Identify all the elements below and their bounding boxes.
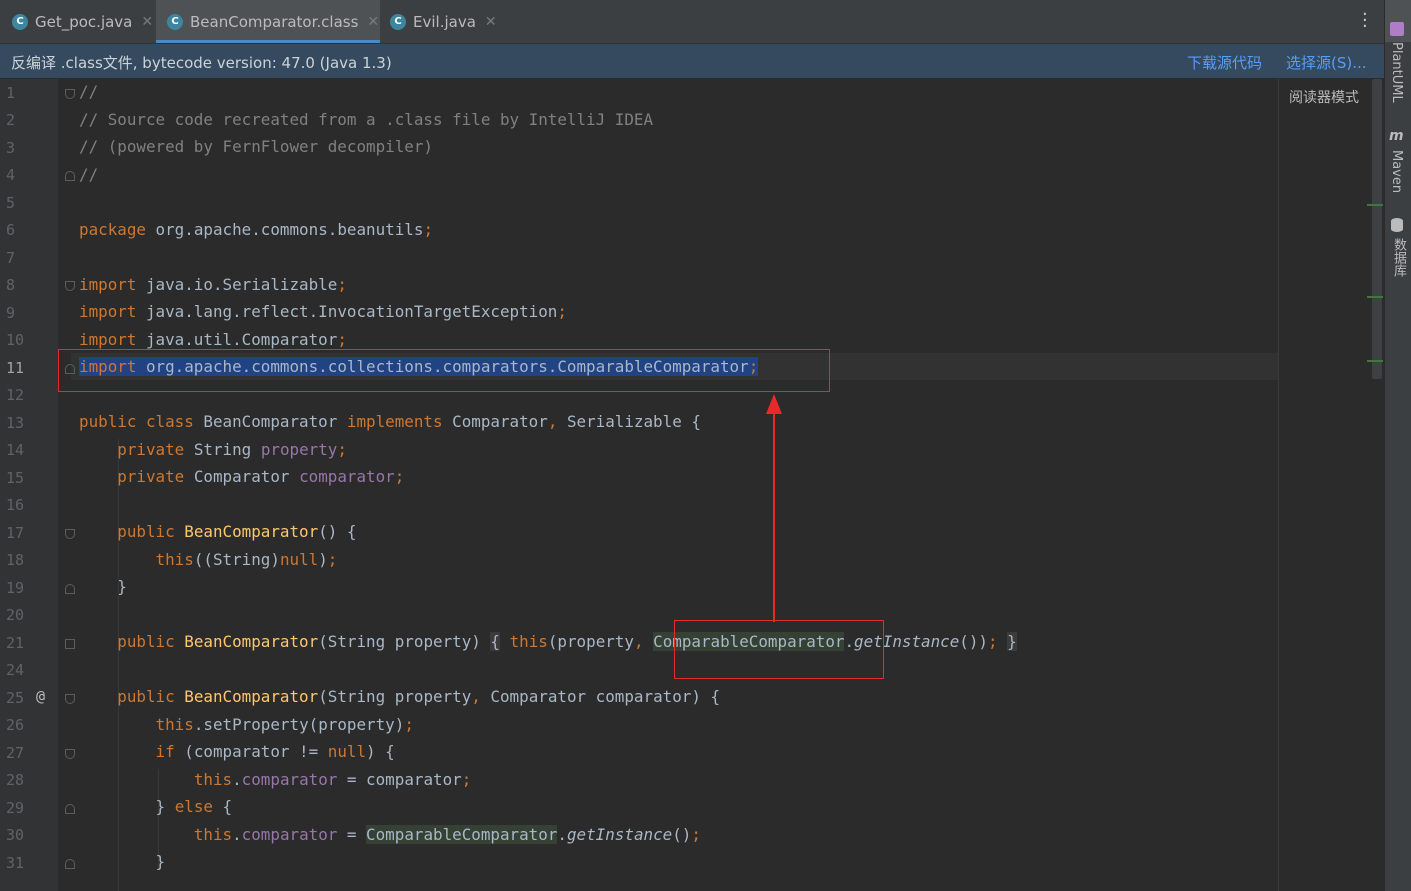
line-number-gutter: 1 2 3 4 5 6 7 8 9 10 11 12 13 14 15 16 1…	[0, 79, 58, 891]
code-line-17: public BeanComparator() {	[117, 522, 357, 541]
line-number: 3	[6, 139, 16, 157]
tab-label: BeanComparator.class	[190, 12, 359, 31]
download-sources-link[interactable]: 下载源代码	[1187, 52, 1262, 73]
maven-tool-label[interactable]: Maven	[1389, 150, 1404, 193]
change-marker	[1367, 204, 1383, 206]
line-number: 20	[6, 606, 25, 624]
code-line-4: //	[79, 165, 99, 184]
database-icon	[1391, 218, 1403, 232]
fold-open-icon[interactable]	[65, 281, 75, 291]
change-marker	[1367, 360, 1383, 362]
decompiler-notice-bar: 反编译 .class文件, bytecode version: 47.0 (Ja…	[0, 44, 1384, 78]
line-number: 28	[6, 771, 25, 789]
maven-icon: m	[1389, 128, 1404, 144]
decompiler-message: 反编译 .class文件, bytecode version: 47.0 (Ja…	[11, 54, 392, 72]
fold-close-icon[interactable]	[65, 804, 75, 814]
tab-label: Evil.java	[413, 12, 476, 31]
annotation-arrow-icon	[766, 394, 782, 622]
choose-sources-link[interactable]: 选择源(S)...	[1286, 52, 1367, 73]
line-number: 8	[6, 276, 16, 294]
code-line-19: }	[117, 577, 127, 596]
code-line-25: public BeanComparator(String property, C…	[117, 687, 721, 706]
line-number: 21	[6, 634, 25, 652]
code-line-9: import java.lang.reflect.InvocationTarge…	[79, 302, 567, 321]
plantuml-tool-label[interactable]: PlantUML	[1389, 42, 1404, 103]
code-line-15: private Comparator comparator;	[117, 467, 405, 486]
database-tool-label[interactable]: 数据库	[1389, 238, 1408, 277]
code-line-30: this.comparator = ComparableComparator.g…	[193, 825, 701, 844]
line-number: 14	[6, 441, 25, 459]
code-line-8: import java.io.Serializable;	[79, 275, 347, 294]
line-number: 7	[6, 249, 16, 267]
java-class-icon: C	[390, 13, 406, 30]
line-number: 13	[6, 414, 25, 432]
line-number: 9	[6, 304, 16, 322]
line-number: 17	[6, 524, 25, 542]
code-line-13: public class BeanComparator implements C…	[79, 412, 701, 431]
line-number: 1	[6, 84, 16, 102]
override-marker-icon[interactable]: @	[36, 687, 45, 705]
code-line-2: // Source code recreated from a .class f…	[79, 110, 654, 129]
line-number: 30	[6, 826, 25, 844]
close-icon[interactable]: ✕	[141, 14, 153, 30]
close-icon[interactable]: ✕	[485, 14, 497, 30]
line-number: 25	[6, 689, 25, 707]
line-number: 29	[6, 799, 25, 817]
fold-close-icon[interactable]	[65, 584, 75, 594]
line-number: 27	[6, 744, 25, 762]
line-number: 10	[6, 331, 25, 349]
java-class-icon: C	[12, 13, 28, 30]
line-number: 12	[6, 386, 25, 404]
line-number: 11	[6, 359, 25, 377]
tab-evil[interactable]: C Evil.java ✕	[381, 0, 501, 43]
tab-label: Get_poc.java	[35, 12, 133, 31]
tab-bean-comparator[interactable]: C BeanComparator.class ✕	[156, 0, 380, 43]
fold-open-icon[interactable]	[65, 529, 75, 539]
code-line-29: } else {	[155, 797, 233, 816]
plantuml-icon	[1390, 22, 1404, 36]
vertical-scrollbar[interactable]	[1372, 79, 1382, 379]
code-line-1: //	[79, 82, 99, 101]
change-marker	[1367, 296, 1383, 298]
fold-gutter	[58, 79, 71, 891]
editor-tab-bar: C Get_poc.java ✕ C BeanComparator.class …	[0, 0, 1384, 44]
line-number: 5	[6, 194, 16, 212]
line-number: 15	[6, 469, 25, 487]
line-number: 2	[6, 111, 16, 129]
line-number: 26	[6, 716, 25, 734]
code-line-27: if (comparator != null) {	[155, 742, 395, 761]
fold-expand-icon[interactable]	[65, 639, 75, 649]
fold-open-icon[interactable]	[65, 749, 75, 759]
line-number: 4	[6, 166, 16, 184]
code-line-26: this.setProperty(property);	[155, 715, 414, 734]
tab-get-poc[interactable]: C Get_poc.java ✕	[0, 0, 155, 43]
indent-guide	[118, 439, 119, 891]
close-icon[interactable]: ✕	[367, 14, 379, 30]
code-line-6: package org.apache.commons.beanutils;	[79, 220, 434, 239]
fold-close-icon[interactable]	[65, 171, 75, 181]
line-number: 24	[6, 661, 25, 679]
code-editor[interactable]: 1 2 3 4 5 6 7 8 9 10 11 12 13 14 15 16 1…	[0, 79, 1384, 891]
class-file-icon: C	[167, 13, 183, 30]
fold-close-icon[interactable]	[65, 859, 75, 869]
code-line-10: import java.util.Comparator;	[79, 330, 347, 349]
line-number: 6	[6, 221, 16, 239]
annotation-box-import	[58, 349, 830, 392]
code-line-18: this((String)null);	[155, 550, 338, 569]
fold-open-icon[interactable]	[65, 694, 75, 704]
line-number: 31	[6, 854, 25, 872]
line-number: 19	[6, 579, 25, 597]
fold-open-icon[interactable]	[65, 89, 75, 99]
code-line-14: private String property;	[117, 440, 347, 459]
reader-mode-toggle[interactable]: 阅读器模式	[1289, 87, 1359, 107]
more-options-icon[interactable]: · · ·	[1362, 6, 1368, 36]
right-margin-guide	[1278, 79, 1279, 891]
line-number: 16	[6, 496, 25, 514]
line-number: 18	[6, 551, 25, 569]
code-line-3: // (powered by FernFlower decompiler)	[79, 137, 433, 156]
code-line-28: this.comparator = comparator;	[193, 770, 472, 789]
code-line-31: }	[155, 852, 166, 871]
